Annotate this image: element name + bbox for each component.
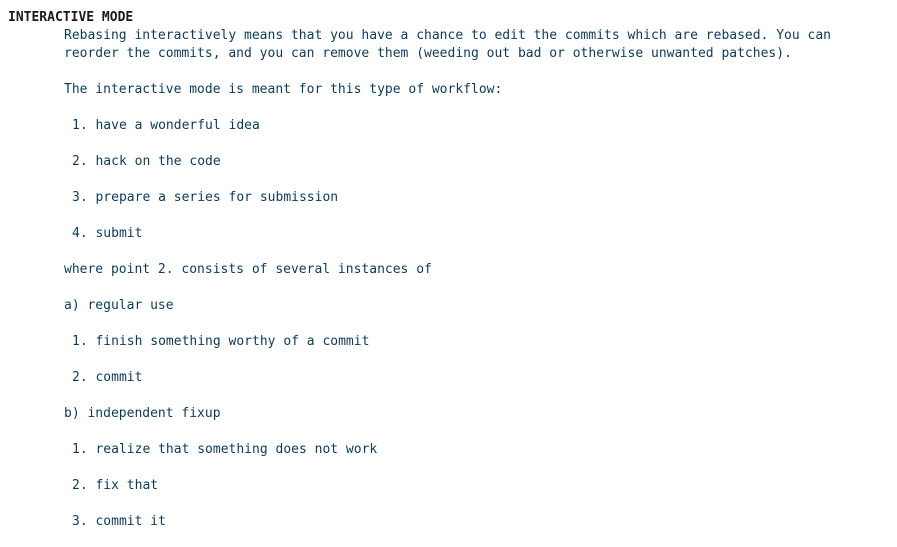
list-item: 1. have a wonderful idea <box>72 118 260 133</box>
intro-line-1: Rebasing interactively means that you ha… <box>64 28 832 43</box>
list-item: 2. commit <box>72 370 143 385</box>
intro-line-2: reorder the commits, and you can remove … <box>64 46 792 61</box>
list-item: 1. finish something worthy of a commit <box>72 334 370 349</box>
list-item: 1. realize that something does not work <box>72 442 378 457</box>
list-item: 3. commit it <box>72 514 166 529</box>
independent-fixup-label: b) independent fixup <box>64 406 221 421</box>
where-text: where point 2. consists of several insta… <box>64 262 432 277</box>
list-item: 2. fix that <box>72 478 159 493</box>
regular-use-label: a) regular use <box>64 298 174 313</box>
list-item: 4. submit <box>72 226 143 241</box>
manual-page: INTERACTIVE MODE Rebasing interactively … <box>0 0 897 547</box>
section-heading: INTERACTIVE MODE <box>8 10 134 25</box>
list-item: 2. hack on the code <box>72 154 221 169</box>
list-item: 3. prepare a series for submission <box>72 190 339 205</box>
workflow-intro: The interactive mode is meant for this t… <box>64 82 503 97</box>
